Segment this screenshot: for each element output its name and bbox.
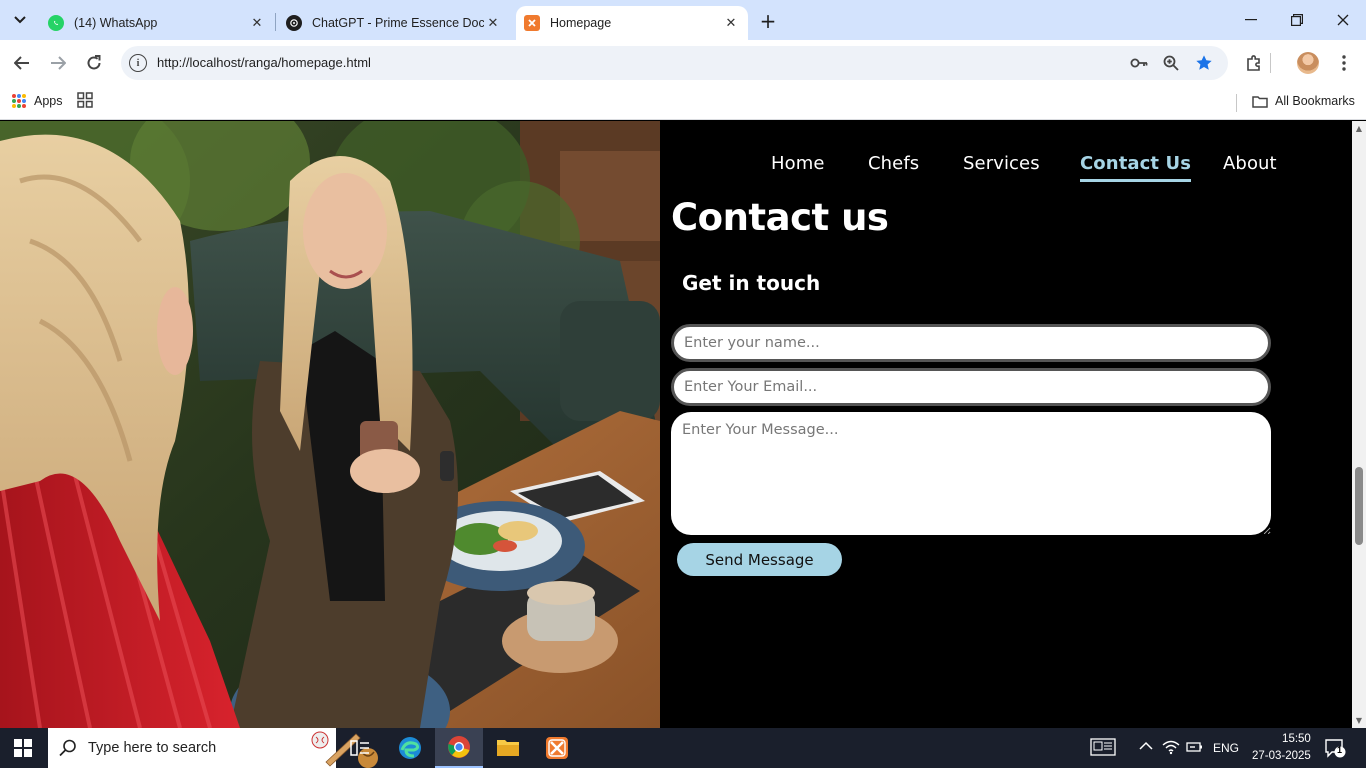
back-button[interactable] — [9, 50, 35, 76]
xampp-icon — [546, 737, 568, 759]
tab-search-button[interactable] — [6, 8, 34, 32]
clock-date: 27-03-2025 — [1252, 750, 1311, 762]
browser-menu-button[interactable] — [1331, 50, 1357, 76]
battery-plug-icon[interactable] — [1186, 740, 1204, 757]
tab-title: (14) WhatsApp — [74, 16, 158, 30]
search-icon — [59, 739, 76, 757]
system-clock[interactable]: 15:50 27-03-2025 — [1252, 731, 1311, 765]
address-url[interactable]: http://localhost/ranga/homepage.html — [157, 55, 371, 70]
close-icon — [1337, 14, 1349, 26]
close-icon[interactable]: ✕ — [484, 14, 502, 32]
edge-icon — [399, 737, 421, 759]
folder-icon — [1252, 95, 1268, 108]
address-bar[interactable]: i http://localhost/ranga/homepage.html — [121, 46, 1228, 80]
all-bookmarks-label: All Bookmarks — [1275, 94, 1355, 108]
language-indicator[interactable]: ENG — [1213, 741, 1239, 755]
tab-title: ChatGPT - Prime Essence Doc — [312, 16, 484, 30]
taskbar-search-placeholder: Type here to search — [88, 740, 217, 756]
zoom-icon[interactable] — [1161, 53, 1181, 73]
message-textarea[interactable] — [671, 412, 1271, 535]
page-scrollbar[interactable]: ▲ ▼ — [1352, 121, 1366, 728]
restore-button[interactable] — [1282, 8, 1312, 32]
browser-tab-strip: (14) WhatsApp ✕ ChatGPT - Prime Essence … — [0, 0, 1366, 40]
task-view-button[interactable] — [336, 728, 384, 768]
taskbar-search-box[interactable]: Type here to search — [48, 728, 378, 768]
show-hidden-icons-chevron-icon[interactable] — [1139, 740, 1153, 754]
tab-separator — [275, 13, 276, 31]
tab-whatsapp[interactable]: (14) WhatsApp ✕ — [44, 6, 274, 40]
tab-homepage[interactable]: Homepage ✕ — [516, 6, 748, 40]
scroll-up-arrow-icon[interactable]: ▲ — [1355, 124, 1363, 133]
tab-chatgpt[interactable]: ChatGPT - Prime Essence Doc ✕ — [284, 6, 510, 40]
clock-time: 15:50 — [1282, 733, 1311, 745]
restore-icon — [1291, 14, 1303, 26]
bookmark-apps-label: Apps — [34, 94, 63, 108]
nav-link-contact-us[interactable]: Contact Us — [1080, 153, 1192, 182]
reload-button[interactable] — [81, 50, 107, 76]
nav-link-home[interactable]: Home — [771, 153, 825, 174]
arrow-right-icon — [51, 56, 66, 70]
windows-taskbar: Type here to search ENG 15:50 27-03-2025… — [0, 728, 1366, 768]
restaurant-photo — [0, 121, 660, 728]
all-bookmarks-button[interactable]: All Bookmarks — [1252, 94, 1355, 108]
apps-grid-icon — [12, 94, 26, 108]
forward-button[interactable] — [45, 50, 71, 76]
minimize-button[interactable] — [1236, 8, 1266, 32]
bookmarks-divider — [1236, 94, 1237, 112]
puzzle-icon — [1247, 55, 1260, 71]
tab-title: Homepage — [550, 16, 612, 30]
browser-toolbar: i http://localhost/ranga/homepage.html — [0, 40, 1366, 86]
password-key-icon[interactable] — [1129, 53, 1149, 73]
nav-link-chefs[interactable]: Chefs — [868, 153, 919, 174]
email-input[interactable] — [671, 368, 1271, 406]
taskbar-file-explorer[interactable] — [484, 728, 532, 768]
chevron-down-icon — [14, 16, 26, 24]
scrollbar-thumb[interactable] — [1355, 467, 1363, 545]
taskbar-edge[interactable] — [386, 728, 434, 768]
contact-heading: Contact us — [671, 196, 889, 239]
notification-center-button[interactable]: 1 — [1324, 738, 1346, 758]
wifi-icon[interactable] — [1162, 739, 1180, 758]
taskbar-chrome[interactable] — [435, 728, 483, 768]
task-view-icon — [350, 740, 369, 756]
whatsapp-icon — [48, 15, 64, 31]
grid-icon — [77, 92, 93, 108]
new-tab-button[interactable]: + — [756, 9, 780, 33]
windows-start-button[interactable] — [14, 739, 32, 757]
bookmarks-bar: Apps All Bookmarks — [0, 86, 1366, 120]
minimize-icon — [1245, 19, 1257, 21]
profile-avatar[interactable] — [1297, 52, 1319, 74]
close-window-button[interactable] — [1328, 8, 1358, 32]
contact-subheading: Get in touch — [682, 271, 821, 295]
nav-link-about[interactable]: About — [1223, 153, 1277, 174]
reload-icon — [87, 55, 101, 70]
notification-icon — [1325, 739, 1346, 758]
page-viewport: Home Chefs Services Contact Us About Con… — [0, 121, 1352, 728]
nav-link-services[interactable]: Services — [963, 153, 1040, 174]
tab-groups-button[interactable] — [77, 92, 93, 112]
arrow-left-icon — [14, 56, 29, 70]
close-icon[interactable]: ✕ — [248, 14, 266, 32]
folder-icon — [497, 740, 519, 756]
bookmark-star-icon[interactable] — [1194, 53, 1214, 73]
bookmark-apps[interactable]: Apps — [12, 94, 63, 108]
tray-keyboard-icon[interactable] — [1090, 738, 1116, 759]
close-icon[interactable]: ✕ — [722, 14, 740, 32]
site-navigation: Home Chefs Services Contact Us About — [0, 153, 1352, 183]
site-info-icon[interactable]: i — [129, 54, 147, 72]
toolbar-divider — [1270, 53, 1271, 73]
kebab-menu-icon — [1342, 55, 1346, 71]
notification-count: 1 — [1337, 745, 1343, 755]
name-input[interactable] — [671, 324, 1271, 362]
restaurant-image — [0, 121, 660, 728]
taskbar-xampp[interactable] — [533, 728, 581, 768]
scroll-down-arrow-icon[interactable]: ▼ — [1355, 716, 1363, 725]
xampp-icon — [524, 15, 540, 31]
extensions-button[interactable] — [1241, 50, 1267, 76]
chrome-icon — [448, 736, 470, 758]
send-message-button[interactable]: Send Message — [677, 543, 842, 576]
chatgpt-icon — [286, 15, 302, 31]
